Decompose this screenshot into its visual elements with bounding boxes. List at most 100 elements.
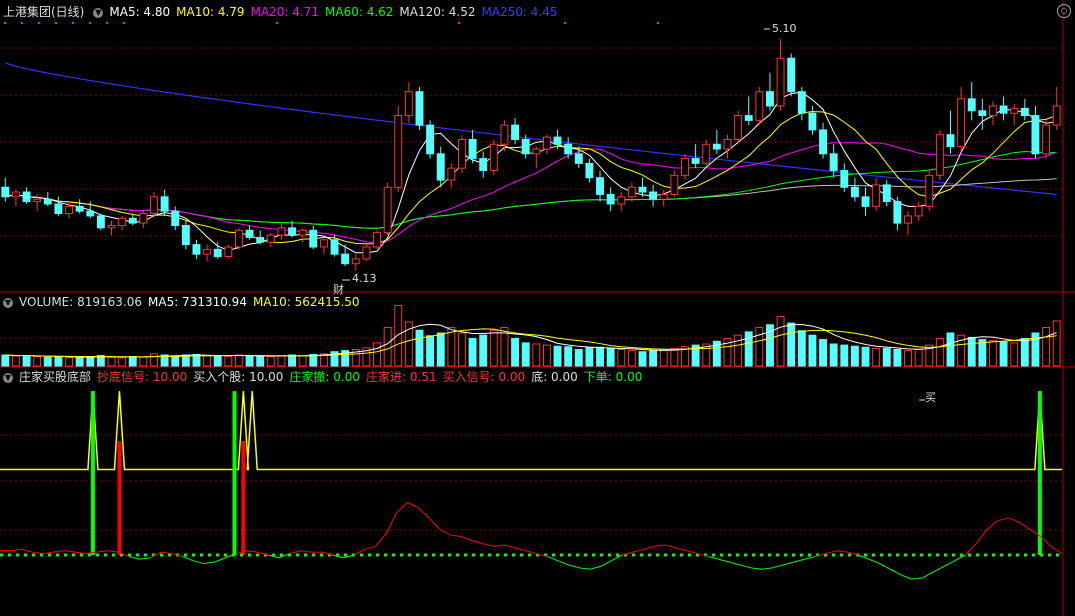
volume-bar <box>426 335 435 367</box>
volume-bar <box>946 332 955 367</box>
candle-body <box>458 138 466 169</box>
candle-body <box>787 57 796 93</box>
candle-body <box>330 239 339 255</box>
volume-bar <box>872 347 881 367</box>
zhuangjia-curve-segment <box>718 558 730 563</box>
candle-body <box>723 138 732 150</box>
volume-bar <box>277 355 286 367</box>
candle-body <box>500 124 509 145</box>
candle-body <box>914 205 923 217</box>
collapse-triangle-icon[interactable]: ▼ <box>3 297 13 308</box>
volume-bar <box>65 357 73 367</box>
volume-bar <box>1020 338 1029 367</box>
volume-bar <box>479 334 488 367</box>
candle-body <box>373 232 381 248</box>
candle-body <box>872 184 881 207</box>
volume-bar <box>150 353 158 367</box>
candle-body <box>86 210 95 217</box>
candle-body <box>54 203 63 215</box>
zhuangjia-curve-segment <box>782 561 794 566</box>
candle-body <box>75 205 84 212</box>
candlestick-pane[interactable] <box>1 22 1061 271</box>
volume-bar <box>383 327 392 367</box>
green-signal-bar <box>232 391 237 555</box>
vol-ma10-value: MA10: 562415.50 <box>252 295 360 309</box>
zhuangjia-curve-segment <box>289 550 301 555</box>
volume-bar <box>935 338 944 367</box>
di-value: 底: 0.00 <box>531 370 578 384</box>
volume-bar <box>521 342 530 367</box>
candle-body <box>266 234 275 243</box>
zhuangjia-curve-segment <box>203 561 215 565</box>
zhuangjia-curve-segment <box>42 551 54 555</box>
signal-dot <box>4 22 6 24</box>
collapse-triangle-icon[interactable]: ▼ <box>93 7 104 18</box>
candle-body <box>383 186 392 234</box>
volume-bar <box>234 354 243 367</box>
volume-bar <box>298 355 307 367</box>
zhuangjia-curve-segment <box>396 501 408 513</box>
zhuangjia-curve-segment <box>943 560 955 567</box>
volume-pane[interactable] <box>1 305 1061 367</box>
candle-body <box>967 98 976 112</box>
zhuangjia-curve-segment <box>879 563 891 570</box>
signal-dot <box>123 22 125 24</box>
candle-body <box>606 193 615 205</box>
zhuangjia-curve-segment <box>836 550 848 553</box>
volume-bar <box>75 356 84 367</box>
settings-icon[interactable]: ○ <box>1057 4 1071 18</box>
zhuangjia-curve-segment <box>707 555 719 560</box>
zhuangjia-curve-segment <box>557 560 569 566</box>
stock-title[interactable]: 上港集团(日线) <box>3 5 84 19</box>
signal-dot <box>106 22 108 24</box>
volume-bar <box>914 349 923 367</box>
volume-bar <box>22 355 31 367</box>
collapse-triangle-icon[interactable]: ▼ <box>3 372 13 383</box>
volume-bar <box>203 355 212 367</box>
volume-bar <box>829 343 838 367</box>
candle-body <box>479 158 488 172</box>
candle-body <box>702 143 711 164</box>
volume-bar <box>585 347 594 367</box>
volume-bar <box>542 344 551 367</box>
volume-bar <box>1 354 10 367</box>
buy-marker[interactable]: 买 <box>925 389 936 405</box>
candle-body <box>734 115 743 140</box>
volume-header: ▼ VOLUME: 819163.06 MA5: 731310.94 MA10: 56… <box>0 294 366 310</box>
volume-bar <box>659 349 668 367</box>
candle-body <box>925 174 934 207</box>
zhuangjia-curve-segment <box>933 565 945 573</box>
volume-bar <box>606 347 615 367</box>
zhuangjia-curve-segment <box>729 561 741 566</box>
mrxh-value: 买入信号: 0.00 <box>442 370 526 384</box>
candle-body <box>553 136 562 145</box>
volume-bar <box>1010 342 1019 367</box>
candle-body <box>192 244 201 255</box>
zhuangjia-curve-segment <box>686 550 698 555</box>
ma60-value: MA60: 4.62 <box>325 5 394 19</box>
volume-bar <box>596 346 604 367</box>
volume-value: VOLUME: 819163.06 <box>19 295 142 309</box>
low-price-label: 4.13 <box>352 272 377 285</box>
zhuangjia-curve-segment <box>246 550 258 553</box>
zhuangjia-curve-segment <box>546 555 559 562</box>
zhuangjia-curve-segment <box>53 550 65 553</box>
zhuangjia-curve-segment <box>214 557 226 563</box>
volume-bar <box>1042 327 1051 367</box>
zhuangjia-curve-segment <box>75 551 86 555</box>
candle-body <box>203 248 212 255</box>
indicator-title[interactable]: 庄家买股底部 <box>19 370 91 384</box>
zhuangjia-curve-segment <box>857 554 870 560</box>
zhuangjia-curve-segment <box>128 555 140 560</box>
volume-bar <box>787 322 796 367</box>
zhuangjia-curve-segment <box>514 547 526 552</box>
signal-line <box>0 391 1062 471</box>
cai-marker[interactable]: 财 <box>333 281 344 297</box>
candle-body <box>1010 107 1019 114</box>
zjc-value: 庄家撤: 0.00 <box>289 370 361 384</box>
volume-bar <box>245 355 254 367</box>
candle-body <box>797 91 806 114</box>
candle-body <box>309 229 318 248</box>
candle-body <box>532 148 541 155</box>
candle-body <box>234 229 243 248</box>
